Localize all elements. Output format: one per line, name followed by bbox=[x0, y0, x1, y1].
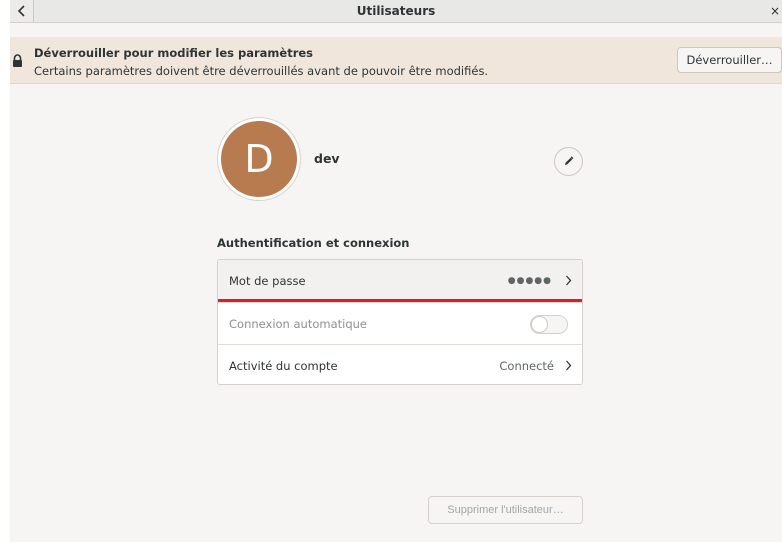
settings-window: Utilisateurs × Déverrouiller pour modifi… bbox=[10, 0, 782, 542]
toggle-knob bbox=[531, 316, 548, 333]
chevron-right-icon bbox=[566, 275, 572, 286]
account-activity-label: Activité du compte bbox=[229, 358, 338, 373]
avatar[interactable]: D bbox=[221, 121, 297, 197]
lock-icon bbox=[13, 54, 22, 67]
password-row[interactable]: Mot de passe ●●●●● bbox=[218, 260, 582, 302]
autologin-toggle[interactable] bbox=[530, 315, 568, 334]
delete-user-button[interactable]: Supprimer l'utilisateur… bbox=[428, 496, 583, 524]
back-button[interactable] bbox=[10, 0, 34, 22]
chevron-right-icon bbox=[566, 360, 572, 371]
autologin-row: Connexion automatique bbox=[218, 302, 582, 344]
window-title: Utilisateurs bbox=[356, 4, 436, 18]
unlock-button[interactable]: Déverrouiller… bbox=[677, 47, 782, 73]
pencil-icon bbox=[565, 156, 574, 165]
password-label: Mot de passe bbox=[229, 274, 306, 288]
autologin-label: Connexion automatique bbox=[229, 316, 367, 331]
unlock-infobar: Déverrouiller pour modifier les paramètr… bbox=[10, 37, 782, 84]
back-arrow-icon bbox=[17, 5, 25, 17]
header-bar: Utilisateurs × bbox=[10, 0, 782, 23]
close-button[interactable]: × bbox=[768, 0, 782, 22]
infobar-title: Déverrouiller pour modifier les paramètr… bbox=[34, 46, 314, 60]
account-activity-value: Connecté bbox=[499, 358, 554, 373]
auth-section-title: Authentification et connexion bbox=[217, 236, 410, 250]
password-dots: ●●●●● bbox=[507, 276, 552, 286]
auth-list: Mot de passe ●●●●● Connexion automatique… bbox=[217, 259, 583, 385]
infobar-description: Certains paramètres doivent être déverro… bbox=[34, 64, 489, 78]
account-activity-row[interactable]: Activité du compte Connecté bbox=[218, 344, 582, 384]
user-name: dev bbox=[314, 151, 340, 166]
edit-name-button[interactable] bbox=[554, 147, 583, 176]
